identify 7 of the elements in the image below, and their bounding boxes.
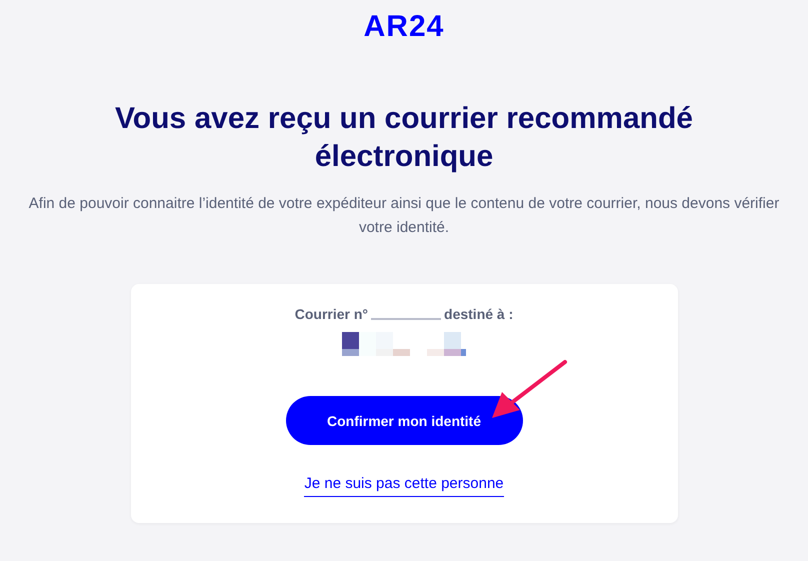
decline-link[interactable]: Je ne suis pas cette personne bbox=[304, 475, 504, 497]
logo: AR24 bbox=[364, 10, 444, 44]
page-heading: Vous avez reçu un courrier recommandé électronique bbox=[114, 101, 694, 175]
recipient-label: destiné à : bbox=[444, 306, 514, 322]
confirm-button[interactable]: Confirmer mon identité bbox=[286, 396, 522, 445]
courrier-label: Courrier n° bbox=[294, 306, 368, 322]
intro-text: Afin de pouvoir connaitre l’identité de votre expéditeur ainsi que le contenu de votre courrier, nous devons vérifier votre identité. bbox=[28, 194, 780, 238]
